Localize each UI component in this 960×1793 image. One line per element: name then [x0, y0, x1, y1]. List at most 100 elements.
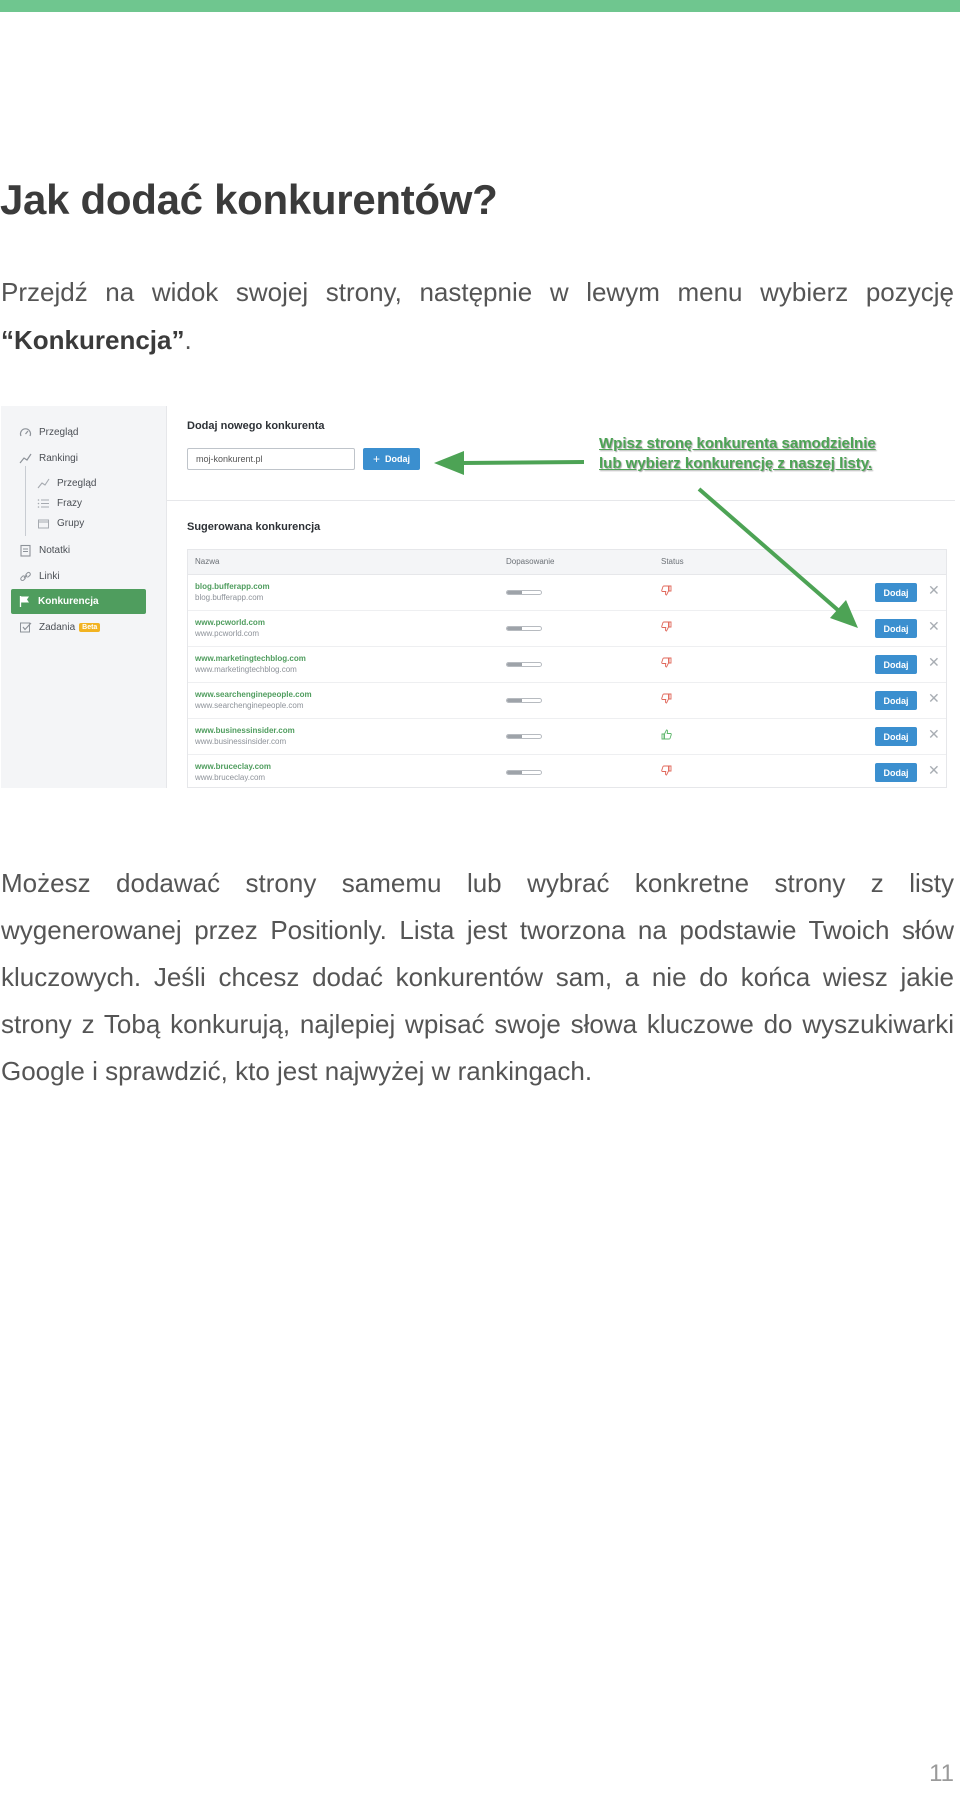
dismiss-icon[interactable]: ✕ [928, 727, 940, 741]
column-header-match[interactable]: Dopasowanie [506, 557, 554, 566]
thumbs-down-icon [661, 765, 672, 779]
add-competitor-button[interactable]: + Dodaj [363, 448, 420, 470]
match-bar [506, 662, 542, 667]
list-icon [37, 497, 50, 510]
sidebar-item-label: Konkurencja [38, 596, 99, 607]
beta-badge: Beta [79, 622, 101, 632]
sidebar-item-notatki[interactable]: Notatki [19, 540, 70, 560]
competitor-name-link[interactable]: blog.bufferapp.com [195, 582, 270, 591]
intro-end: . [184, 325, 192, 355]
table-row: blog.bufferapp.com blog.bufferapp.com Doda… [188, 575, 946, 611]
dismiss-icon[interactable]: ✕ [928, 763, 940, 777]
sidebar-item-konkurencja[interactable]: Konkurencja [11, 589, 146, 614]
match-bar [506, 698, 542, 703]
match-bar [506, 734, 542, 739]
add-suggested-button[interactable]: Dodaj [875, 619, 917, 638]
competitor-name-link[interactable]: www.bruceclay.com [195, 762, 271, 771]
sidebar-item-label: Przegląd [39, 426, 79, 438]
match-bar [506, 770, 542, 775]
checkbox-icon [19, 621, 32, 634]
competitor-url: www.pcworld.com [195, 629, 260, 638]
add-suggested-button[interactable]: Dodaj [875, 655, 917, 674]
table-row: www.marketingtechblog.com www.marketingte… [188, 647, 946, 683]
competitor-name-link[interactable]: www.marketingtechblog.com [195, 654, 306, 663]
add-competitor-title: Dodaj nowego konkurenta [187, 420, 325, 432]
match-bar-fill [507, 627, 523, 630]
app-screenshot: Przegląd Rankingi Przegląd Frazy Grupy N… [1, 406, 955, 788]
competitor-url: blog.bufferapp.com [195, 593, 264, 602]
dismiss-icon[interactable]: ✕ [928, 583, 940, 597]
sidebar-item-rankingi-przeglad[interactable]: Przegląd [37, 473, 96, 493]
sidebar-tree-line [25, 466, 26, 536]
table-row: www.businessinsider.com www.businessinsid… [188, 719, 946, 755]
body-paragraph: Możesz dodawać strony samemu lub wybrać … [1, 868, 954, 1086]
intro-paragraph: Przejdź na widok swojej strony, następni… [1, 268, 954, 364]
match-bar-fill [507, 735, 523, 738]
folder-icon [37, 517, 50, 530]
thumbs-down-icon [661, 585, 672, 599]
thumbs-down-icon [661, 621, 672, 635]
section-divider [167, 500, 955, 501]
sidebar-item-zadania[interactable]: Zadania Beta [19, 617, 101, 637]
top-accent-bar [0, 0, 960, 12]
thumbs-up-icon [661, 729, 672, 743]
page-number: 11 [929, 1760, 954, 1787]
table-row: www.pcworld.com www.pcworld.com Dodaj ✕ [188, 611, 946, 647]
chart-line-icon [37, 477, 50, 490]
plus-icon: + [372, 452, 380, 466]
main-area: Dodaj nowego konkurenta moj-konkurent.pl… [167, 406, 955, 788]
column-header-name[interactable]: Nazwa [195, 557, 219, 566]
add-suggested-button[interactable]: Dodaj [875, 691, 917, 710]
table-header: Nazwa Dopasowanie Status [188, 550, 946, 575]
column-header-status[interactable]: Status [661, 557, 684, 566]
flag-icon [18, 595, 31, 608]
dismiss-icon[interactable]: ✕ [928, 691, 940, 705]
competitor-name-link[interactable]: www.searchenginepeople.com [195, 690, 312, 699]
match-bar [506, 590, 542, 595]
competitor-url: www.bruceclay.com [195, 773, 266, 782]
sidebar-item-grupy[interactable]: Grupy [37, 513, 84, 533]
dismiss-icon[interactable]: ✕ [928, 655, 940, 669]
table-row: www.searchenginepeople.com www.searchengi… [188, 683, 946, 719]
sidebar: Przegląd Rankingi Przegląd Frazy Grupy N… [1, 406, 167, 788]
sidebar-item-label: Notatki [39, 544, 71, 556]
chart-line-icon [19, 452, 32, 465]
competitor-url: www.marketingtechblog.com [195, 665, 297, 674]
gauge-icon [19, 426, 32, 439]
add-suggested-button[interactable]: Dodaj [875, 583, 917, 602]
competitor-url: www.searchenginepeople.com [195, 701, 304, 710]
sidebar-item-linki[interactable]: Linki [19, 566, 60, 586]
sidebar-item-label: Zadania [39, 621, 76, 633]
match-bar [506, 626, 542, 631]
sidebar-item-przeglad[interactable]: Przegląd [19, 422, 78, 442]
sidebar-item-label: Frazy [57, 497, 82, 509]
link-icon [19, 570, 32, 583]
add-suggested-button[interactable]: Dodaj [875, 727, 917, 746]
competitor-name-link[interactable]: www.pcworld.com [195, 618, 265, 627]
competitor-url-input[interactable]: moj-konkurent.pl [187, 448, 355, 470]
match-bar-fill [507, 771, 523, 774]
page-title: Jak dodać konkurentów? [0, 176, 498, 223]
match-bar-fill [507, 591, 523, 594]
thumbs-down-icon [661, 693, 672, 707]
competitor-name-link[interactable]: www.businessinsider.com [195, 726, 295, 735]
intro-highlight: “Konkurencja” [1, 325, 185, 355]
callout-note: Wpisz stronę konkurenta samodzielnie lub… [599, 435, 876, 472]
match-bar-fill [507, 663, 523, 666]
competitor-url: www.businessinsider.com [195, 737, 287, 746]
sidebar-item-label: Grupy [57, 517, 85, 529]
add-competitor-button-label: Dodaj [385, 454, 411, 464]
sidebar-item-label: Przegląd [57, 477, 97, 489]
sidebar-item-rankingi[interactable]: Rankingi [19, 448, 78, 468]
intro-text: Przejdź na widok swojej strony, następni… [1, 277, 954, 307]
suggested-competitors-title: Sugerowana konkurencja [187, 521, 321, 533]
sidebar-item-label: Linki [39, 570, 60, 582]
suggested-table: Nazwa Dopasowanie Status blog.bufferapp.… [187, 549, 947, 788]
add-suggested-button[interactable]: Dodaj [875, 763, 917, 782]
thumbs-down-icon [661, 657, 672, 671]
sidebar-item-frazy[interactable]: Frazy [37, 493, 82, 513]
table-row: www.bruceclay.com www.bruceclay.com Dodaj ✕ [188, 755, 946, 788]
dismiss-icon[interactable]: ✕ [928, 619, 940, 633]
sidebar-item-label: Rankingi [39, 452, 78, 464]
notes-icon [19, 544, 32, 557]
